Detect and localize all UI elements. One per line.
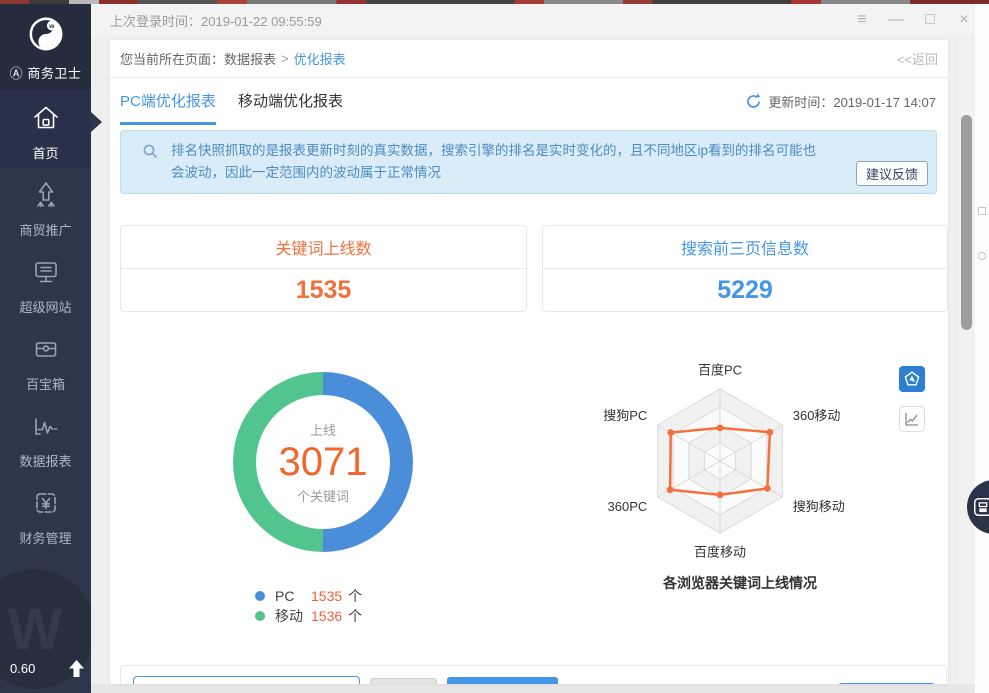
search-icon [143, 144, 158, 159]
sidebar-item-label: 数据报表 [19, 454, 72, 469]
feedback-button[interactable]: 建议反馈 [855, 161, 928, 186]
line-chart-icon [905, 413, 918, 426]
notice-text: 排名快照抓取的是报表更新时刻的真实数据，搜索引擎的排名是实时变化的，且不同地区i… [171, 143, 817, 180]
primary-button-cutoff[interactable] [447, 677, 558, 684]
donut-label-bottom: 个关键词 [296, 488, 349, 504]
legend-dot [255, 611, 265, 621]
breadcrumb-parent: 数据报表 [224, 52, 277, 67]
donut-chart: 上线 3071 个关键词 [233, 372, 413, 552]
legend-value: 1535 [311, 588, 343, 604]
stat-card-keywords-online: 关键词上线数 1535 [120, 225, 527, 312]
stat-title: 关键词上线数 [121, 226, 526, 269]
legend-unit: 个 [348, 608, 363, 624]
home-icon [33, 106, 58, 129]
sidebar-item-label: 超级网站 [19, 300, 72, 315]
secondary-button-cutoff[interactable] [370, 678, 437, 684]
finance-icon [35, 493, 56, 513]
breadcrumb-prefix: 您当前所在页面： [120, 52, 225, 67]
radar-axis-label: 百度移动 [694, 545, 746, 560]
legend-name: 移动 [275, 608, 303, 624]
report-icon [34, 418, 57, 435]
website-icon [34, 262, 57, 283]
radar-caption: 各浏览器关键词上线情况 [663, 575, 817, 591]
sidebar-item-website[interactable]: 超级网站 [0, 244, 91, 321]
background-right-strip [975, 4, 989, 693]
scroll-top-arrow-icon[interactable] [68, 659, 85, 678]
brand-name: Ⓐ 商务卫士 [9, 66, 82, 81]
main-panel: 您当前所在页面： 数据报表 > 优化报表 <<返回 PC端优化报表 移动端优化报… [110, 40, 948, 684]
background-fragment [978, 252, 986, 260]
window-bottom-edge [91, 684, 989, 693]
sidebar-item-finance[interactable]: 财务管理 [0, 475, 91, 552]
legend-item-mobile[interactable]: 移动 1536 个 [255, 606, 362, 626]
svg-text:w: w [48, 23, 55, 30]
sidebar-item-label: 百宝箱 [25, 377, 65, 392]
version-label: 0.60 [10, 661, 36, 676]
stat-title: 搜索前三页信息数 [543, 226, 947, 269]
update-time-row: 更新时间：2019-01-17 14:07 [745, 92, 936, 111]
menu-icon[interactable]: ≡ [845, 11, 879, 29]
active-item-pointer [91, 112, 102, 132]
notice-banner: 排名快照抓取的是报表更新时刻的真实数据，搜索引擎的排名是实时变化的，且不同地区i… [120, 130, 937, 194]
radar-axis-label: 搜狗移动 [793, 499, 845, 514]
last-login-text: 上次登录时间：2019-01-22 09:55:59 [110, 13, 322, 29]
radar-chart: 百度PC 360移动搜狗移动百度移动 360PC 搜狗PC [603, 363, 845, 560]
sidebar-item-label: 商贸推广 [19, 223, 72, 238]
sidebar: w Ⓐ 商务卫士 首页 商贸推广 超级网站 百宝箱 数据报表 财务管理 W 0.… [0, 4, 91, 693]
sidebar-item-home[interactable]: 首页 [0, 90, 91, 167]
sidebar-item-label: 财务管理 [19, 531, 72, 546]
logo-icon: w [29, 17, 62, 51]
radar-axis-label: 百度PC [698, 363, 742, 378]
promotion-icon [36, 182, 55, 208]
stat-value: 1535 [295, 276, 352, 304]
breadcrumb-separator: > [281, 51, 289, 66]
stat-value: 5229 [717, 276, 773, 304]
stat-card-top3-pages: 搜索前三页信息数 5229 [542, 225, 948, 312]
radar-axis-label: 360移动 [793, 408, 841, 423]
donut-label-top: 上线 [309, 422, 336, 438]
donut-legend: PC 1535 个 移动 1536 个 [255, 586, 362, 626]
back-link[interactable]: <<返回 [897, 49, 938, 68]
legend-dot [255, 591, 265, 601]
radar-axis-label: 360PC [608, 499, 648, 514]
sidebar-item-promotion[interactable]: 商贸推广 [0, 167, 91, 244]
sidebar-item-reports[interactable]: 数据报表 [0, 398, 91, 475]
update-time-text: 更新时间：2019-01-17 14:07 [768, 95, 936, 110]
sidebar-item-label: 首页 [32, 146, 59, 161]
titlebar: 上次登录时间：2019-01-22 09:55:59 ≡ — □ × [0, 4, 989, 36]
window-controls: ≡ — □ × [845, 4, 981, 36]
line-view-toggle-button[interactable] [899, 406, 925, 432]
legend-item-pc[interactable]: PC 1535 个 [255, 586, 362, 606]
minimize-icon[interactable]: — [879, 11, 913, 29]
legend-name: PC [275, 588, 295, 604]
app-logo: w Ⓐ 商务卫士 [0, 4, 91, 90]
sidebar-item-toolbox[interactable]: 百宝箱 [0, 321, 91, 398]
tab-pc-report[interactable]: PC端优化报表 [120, 90, 216, 125]
toolbox-icon [35, 342, 56, 357]
radar-axis-label: 搜狗PC [603, 408, 647, 423]
refresh-icon[interactable] [745, 93, 762, 110]
cutoff-control-fragment [838, 683, 935, 684]
donut-center: 上线 3071 个关键词 [256, 395, 390, 529]
donut-total-value: 3071 [278, 439, 368, 484]
breadcrumb: 您当前所在页面： 数据报表 > 优化报表 <<返回 [110, 40, 948, 78]
tab-mobile-report[interactable]: 移动端优化报表 [238, 90, 343, 122]
qr-icon [974, 498, 989, 516]
maximize-icon[interactable]: □ [913, 11, 947, 29]
keyword-search-input[interactable] [133, 676, 360, 684]
legend-value: 1536 [311, 608, 343, 624]
background-fragment [978, 207, 986, 215]
radar-view-toggle-button[interactable] [899, 366, 925, 392]
scrollbar-thumb[interactable] [961, 115, 972, 330]
radar-pentagon-icon [904, 371, 920, 386]
legend-unit: 个 [348, 588, 363, 604]
breadcrumb-current[interactable]: 优化报表 [294, 49, 346, 68]
scrollbar-track[interactable] [958, 40, 975, 684]
